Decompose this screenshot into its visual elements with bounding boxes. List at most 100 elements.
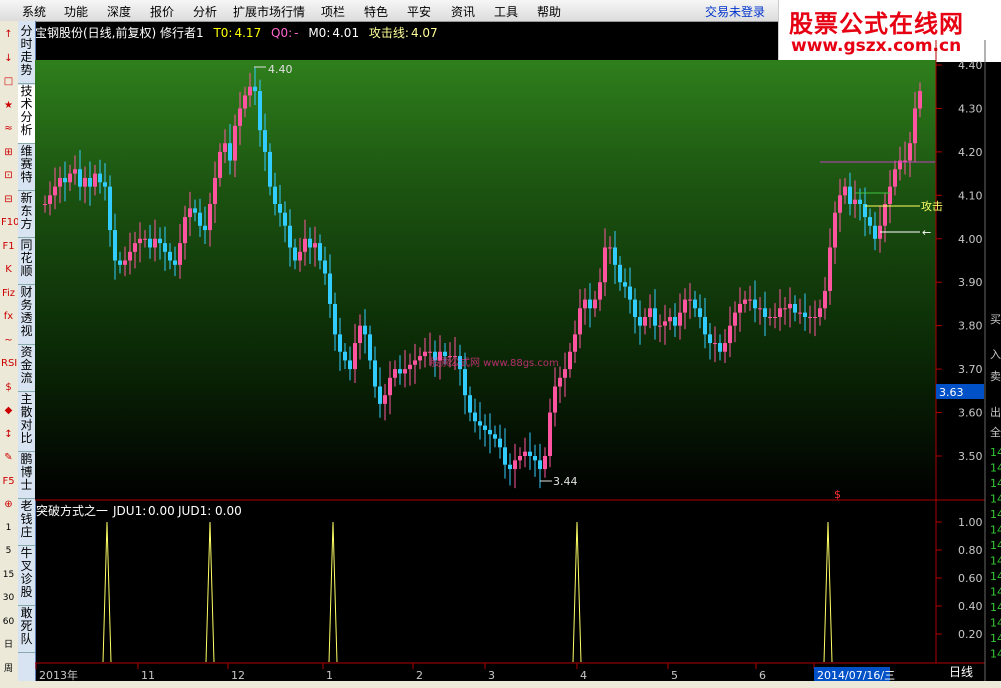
price-label-7: 3.70 — [958, 363, 983, 376]
candle — [103, 163, 107, 201]
candle — [693, 290, 697, 317]
candle — [158, 227, 162, 260]
candle — [118, 251, 122, 274]
candle — [523, 437, 527, 468]
candle — [278, 184, 282, 227]
candle — [123, 246, 127, 277]
price-chart[interactable]: 4.40 4.30 4.20 4.10 4.00 3.90 3.80 3.70 3.60 3.50… — [0, 0, 1001, 688]
ind-label-4: 0.20 — [958, 628, 983, 641]
candle — [883, 192, 887, 243]
candle — [528, 432, 532, 470]
candle — [673, 303, 677, 337]
candle — [608, 236, 612, 264]
candle — [538, 443, 542, 489]
candle — [638, 300, 642, 345]
candle — [258, 79, 262, 147]
candle — [503, 428, 507, 479]
candle — [873, 211, 877, 251]
candle — [598, 268, 602, 311]
candle — [863, 187, 867, 237]
candle — [478, 402, 482, 440]
candle — [773, 303, 777, 329]
candle — [333, 292, 337, 351]
candle — [138, 222, 142, 263]
candle — [48, 181, 52, 216]
candle — [843, 177, 847, 205]
candle — [613, 230, 617, 284]
candle — [798, 298, 802, 324]
attack-tag: 攻击 — [921, 199, 943, 213]
right-col-11: 14 — [990, 539, 1001, 552]
candle — [378, 367, 382, 418]
candle — [553, 367, 557, 427]
candle — [668, 308, 672, 331]
candle — [558, 366, 562, 403]
candle — [383, 383, 387, 421]
candle — [188, 191, 192, 237]
candle — [168, 243, 172, 270]
candle — [828, 228, 832, 305]
candle — [648, 294, 652, 329]
candle — [58, 166, 62, 204]
candle — [353, 323, 357, 384]
candle — [303, 219, 307, 266]
indicator-jdu1-label: JDU1: — [112, 504, 146, 518]
candle — [408, 353, 412, 386]
date-label-0: 2013年 — [39, 668, 78, 682]
candle — [148, 224, 152, 259]
ind-label-0: 1.00 — [958, 516, 983, 529]
candle — [248, 72, 252, 107]
current-price-value: 3.63 — [939, 386, 964, 399]
candle — [663, 304, 667, 345]
candle — [583, 288, 587, 325]
right-col-4: 全 — [990, 425, 1001, 439]
candle — [908, 131, 912, 178]
candle — [68, 164, 72, 191]
candle — [413, 343, 417, 384]
candle — [708, 323, 712, 360]
right-col-7: 14 — [990, 477, 1001, 490]
candle — [133, 231, 137, 269]
candle — [493, 425, 497, 448]
price-label-8: 3.60 — [958, 407, 983, 420]
candle — [548, 398, 552, 468]
candle — [543, 447, 547, 478]
price-label-5: 3.90 — [958, 276, 983, 289]
candle — [718, 334, 722, 361]
right-col-2: 卖 — [990, 370, 1001, 383]
price-label-4: 4.00 — [958, 233, 983, 246]
candle — [53, 167, 57, 210]
candle — [323, 246, 327, 285]
candle — [918, 82, 922, 118]
ind-label-1: 0.80 — [958, 544, 983, 557]
candle — [113, 213, 117, 280]
candle — [603, 228, 607, 297]
price-label-3: 4.10 — [958, 189, 983, 202]
candle — [93, 164, 97, 196]
candle — [618, 256, 622, 291]
candle — [473, 398, 477, 433]
right-col-15: 14 — [990, 601, 1001, 614]
candle — [748, 285, 752, 311]
candle — [203, 206, 207, 244]
candle — [373, 346, 377, 398]
period-tab-daily[interactable]: 日线 — [937, 664, 985, 681]
candle — [253, 67, 257, 105]
candle — [573, 320, 577, 364]
candle — [243, 86, 247, 118]
dollar-marker: $ — [834, 488, 841, 501]
candle — [808, 305, 812, 334]
candle — [398, 355, 402, 385]
indicator-jud1-value: 0.00 — [215, 504, 242, 518]
candle — [733, 301, 737, 343]
candle — [388, 361, 392, 415]
candle — [108, 175, 112, 247]
candle — [838, 178, 842, 232]
watermark: 股票公式网 www.88gs.com — [430, 356, 559, 369]
candle — [848, 172, 852, 216]
candle — [623, 268, 627, 298]
candle — [128, 232, 132, 275]
candle — [913, 91, 917, 163]
candle — [363, 309, 367, 354]
candle — [643, 308, 647, 335]
